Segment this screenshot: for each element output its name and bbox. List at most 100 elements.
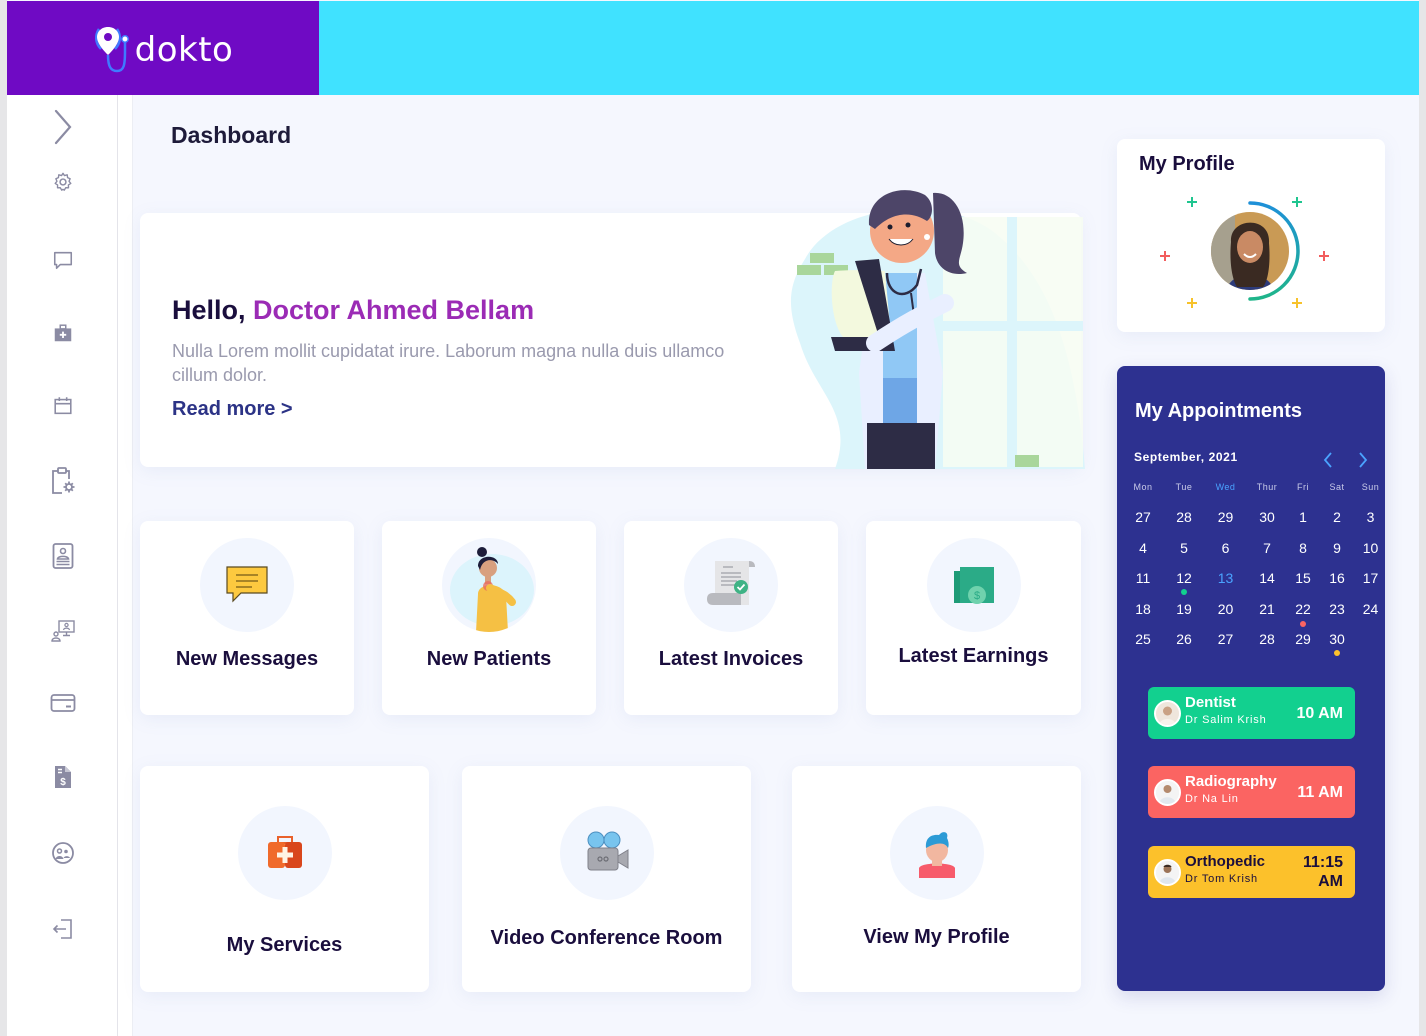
calendar-day[interactable]: 27: [1125, 509, 1161, 525]
tile-label: Latest Earnings: [898, 645, 1049, 667]
money-icon: $: [953, 567, 994, 604]
sidebar-item-invoices[interactable]: $: [7, 757, 118, 797]
sidebar-gutter: [118, 95, 133, 1036]
calendar-day-number: 10: [1362, 539, 1379, 556]
appointment-doctor: Dr Salim Krish: [1185, 714, 1267, 726]
sidebar-item-video-conference[interactable]: [7, 611, 118, 651]
calendar-day-number: 15: [1295, 570, 1311, 587]
calendar-day-number: 25: [1135, 631, 1151, 648]
brand-logo[interactable]: dokto: [93, 23, 234, 73]
calendar-day[interactable]: 14: [1244, 570, 1290, 586]
doctor-photo-icon: [1156, 702, 1179, 725]
calendar-day[interactable]: 30: [1316, 631, 1358, 657]
calendar-next-button[interactable]: [1353, 450, 1373, 470]
calendar-day-number: 24: [1362, 600, 1379, 617]
read-more-link[interactable]: Read more >: [172, 398, 293, 421]
latest-earnings-tile[interactable]: $ Latest Earnings: [866, 521, 1081, 715]
calendar-day-number: 5: [1180, 539, 1188, 556]
my-profile-card: My Profile: [1117, 139, 1385, 332]
greeting-heading: Hello, Doctor Ahmed Bellam: [172, 295, 534, 326]
new-messages-tile[interactable]: New Messages: [140, 521, 354, 715]
calendar-day-number: 17: [1362, 570, 1379, 587]
latest-invoices-tile[interactable]: Latest Invoices: [624, 521, 838, 715]
appointment-time: 11 AM: [1297, 784, 1343, 801]
calendar-day[interactable]: 6: [1207, 540, 1244, 556]
calendar-day[interactable]: 13: [1207, 570, 1244, 586]
appointment-doctor: Dr Na Lin: [1185, 793, 1239, 805]
sidebar-item-settings[interactable]: [7, 162, 118, 202]
calendar-day-number: 12: [1176, 570, 1192, 587]
sidebar-expand-button[interactable]: [7, 107, 118, 147]
chevron-right-icon: [54, 109, 71, 145]
sidebar-item-calendar[interactable]: [7, 386, 118, 426]
sidebar-item-patients[interactable]: [7, 833, 118, 873]
calendar-day[interactable]: 3: [1358, 509, 1383, 525]
appointments-title: My Appointments: [1135, 400, 1303, 422]
calendar-day[interactable]: 27: [1207, 631, 1244, 647]
calendar-day[interactable]: 23: [1316, 601, 1358, 617]
calendar-day[interactable]: 4: [1125, 540, 1161, 556]
calendar-day[interactable]: 25: [1125, 631, 1161, 647]
weekday-label: Fri: [1297, 482, 1309, 492]
calendar-day[interactable]: 9: [1316, 540, 1358, 556]
sidebar-item-clipboard-settings[interactable]: [7, 461, 118, 501]
appointment-card-dentist[interactable]: Dentist Dr Salim Krish 10 AM: [1148, 687, 1355, 739]
calendar-day[interactable]: 28: [1161, 509, 1207, 525]
calendar-day[interactable]: 28: [1244, 631, 1290, 647]
calendar-day[interactable]: 20: [1207, 601, 1244, 617]
calendar-day[interactable]: 17: [1358, 570, 1383, 586]
profile-avatar[interactable]: [1155, 187, 1345, 311]
calendar-week: 4 5 6 7 8 9 10: [1125, 533, 1383, 564]
weekday-label: Wed: [1215, 482, 1236, 492]
appointment-marker-dot: [1300, 621, 1306, 628]
appointment-card-orthopedic[interactable]: Orthopedic Dr Tom Krish 11:15 AM: [1148, 846, 1355, 898]
calendar-day[interactable]: 10: [1358, 540, 1383, 556]
calendar-day[interactable]: 24: [1358, 601, 1383, 617]
appointment-card-radiography[interactable]: Radiography Dr Na Lin 11 AM: [1148, 766, 1355, 818]
brand-bar: dokto: [7, 1, 319, 95]
calendar-day[interactable]: 21: [1244, 601, 1290, 617]
calendar-day[interactable]: 7: [1244, 540, 1290, 556]
message-icon-circle: [200, 538, 294, 632]
calendar-day-number: 14: [1259, 570, 1275, 587]
sidebar-item-services[interactable]: [7, 313, 118, 353]
calendar-day[interactable]: 1: [1290, 509, 1316, 525]
calendar-day[interactable]: 5: [1161, 540, 1207, 556]
profile-card-title: My Profile: [1139, 153, 1235, 175]
my-services-tile[interactable]: My Services: [140, 766, 429, 992]
calendar-day[interactable]: 30: [1244, 509, 1290, 525]
calendar-day[interactable]: 2: [1316, 509, 1358, 525]
calendar-day-number: 29: [1295, 631, 1311, 648]
sidebar-item-logout[interactable]: [7, 909, 118, 949]
calendar-day[interactable]: 19: [1161, 601, 1207, 617]
credit-card-icon: [50, 694, 75, 712]
sidebar-item-profile-badge[interactable]: [7, 536, 118, 576]
calendar-day-number: 27: [1135, 509, 1151, 526]
patient-icon-circle: [442, 538, 536, 632]
calendar-day[interactable]: 8: [1290, 540, 1316, 556]
calendar-day[interactable]: 29: [1207, 509, 1244, 525]
calendar-day[interactable]: 18: [1125, 601, 1161, 617]
sidebar-item-payments[interactable]: [7, 683, 118, 723]
calendar-day[interactable]: 12: [1161, 570, 1207, 596]
sidebar-item-messages[interactable]: [7, 240, 118, 280]
calendar-day[interactable]: 16: [1316, 570, 1358, 586]
appointment-doctor: Dr Tom Krish: [1185, 873, 1258, 885]
calendar-day-number: 1: [1299, 509, 1307, 526]
calendar-day-number: 8: [1299, 539, 1307, 556]
weekday-label: Mon: [1133, 482, 1153, 492]
calendar-day[interactable]: 26: [1161, 631, 1207, 647]
calendar-day-number: 16: [1329, 570, 1345, 587]
calendar-day[interactable]: 29: [1290, 621, 1316, 648]
calendar-prev-button[interactable]: [1318, 450, 1338, 470]
calendar-day[interactable]: 15: [1290, 570, 1316, 586]
calendar-day[interactable]: 11: [1125, 570, 1161, 586]
calendar-day-number: 20: [1217, 600, 1234, 617]
calendar-day-number: 30: [1259, 509, 1275, 526]
weekday-label: Sat: [1329, 482, 1345, 492]
appointment-type: Orthopedic: [1185, 853, 1266, 870]
new-patients-tile[interactable]: New Patients: [382, 521, 596, 715]
video-conference-tile[interactable]: Video Conference Room: [462, 766, 751, 992]
calendar-day[interactable]: 22: [1290, 601, 1316, 617]
view-profile-tile[interactable]: View My Profile: [792, 766, 1081, 992]
